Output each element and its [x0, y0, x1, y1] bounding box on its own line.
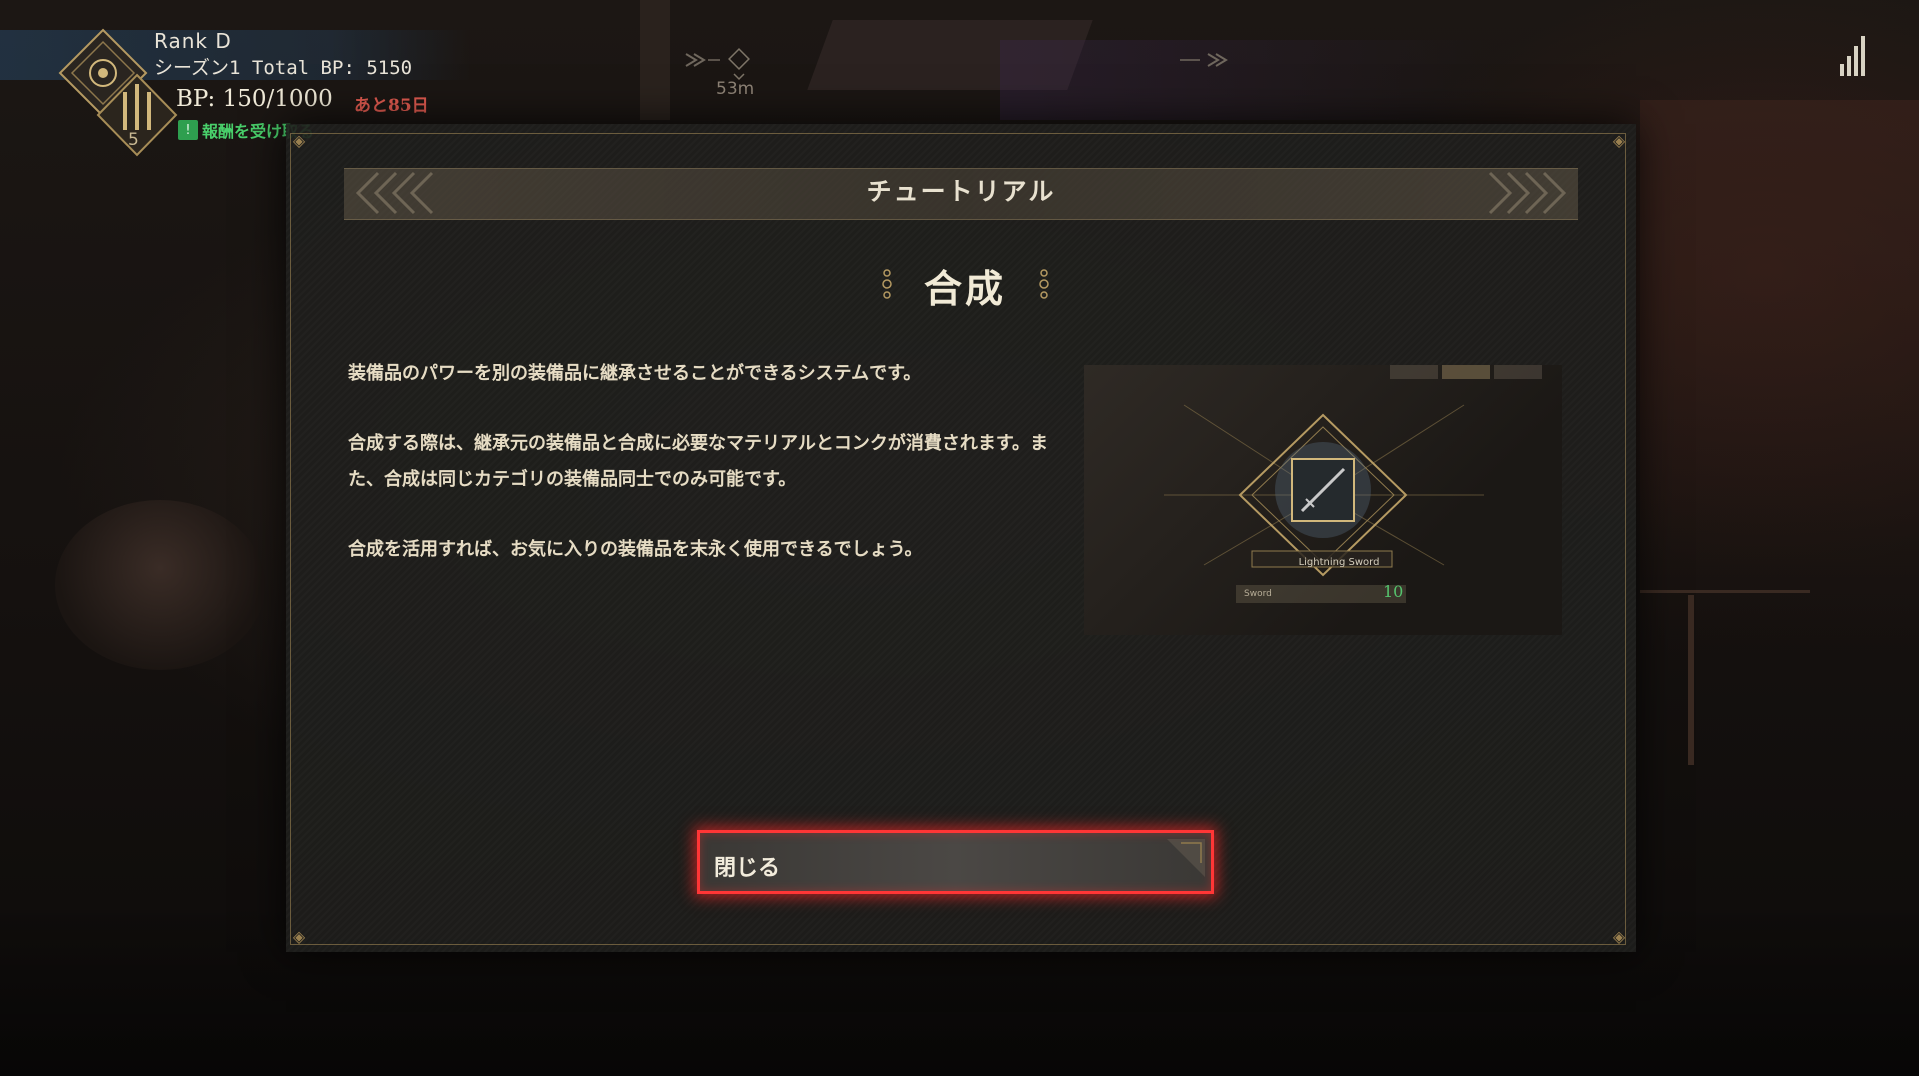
- bp-progress: BP: 150/1000: [176, 86, 333, 112]
- compass-left-arrows-icon: [685, 53, 706, 67]
- heading-ornament-right-icon: [1039, 269, 1049, 299]
- background-wheel: [55, 500, 265, 670]
- waypoint-distance: 53m: [716, 79, 755, 99]
- background-crates: [1640, 100, 1919, 660]
- waypoint-marker-icon: [728, 48, 750, 70]
- corner-ornament-icon: ◈: [292, 131, 306, 150]
- rank-label: Rank D: [154, 29, 232, 53]
- tutorial-paragraph: 装備品のパワーを別の装備品に継承させることができるシステムです。: [348, 363, 922, 384]
- connection-signal-icon: [1840, 34, 1866, 76]
- corner-ornament-icon: ◈: [1612, 927, 1626, 946]
- corner-ornament-icon: ◈: [1612, 131, 1626, 150]
- game-screen: Rank D シーズン1 Total BP: 5150 BP: 150/1000…: [0, 0, 1919, 1076]
- button-corner-ornament-icon: [1167, 839, 1205, 877]
- preview-item-level: 10: [1383, 582, 1404, 601]
- tutorial-title: チュートリアル: [866, 177, 1056, 206]
- tutorial-description: 装備品のパワーを別の装備品に継承させることができるシステムです。 合成する際は、…: [348, 356, 1068, 568]
- background-scale-post: [1688, 595, 1694, 765]
- close-button[interactable]: 閉じる: [697, 830, 1214, 894]
- tutorial-paragraph: 合成を活用すれば、お気に入りの装備品を末永く使用できるでしょう。: [348, 539, 923, 560]
- preview-item-name: Lightning Sword: [1298, 557, 1380, 568]
- compass-right-arrows-icon: [1207, 53, 1228, 67]
- tutorial-preview-image: Lightning Sword Sword 10: [1084, 365, 1562, 635]
- rank-level-number: 5: [128, 130, 139, 150]
- claim-badge-icon: !: [178, 120, 198, 140]
- background-scale: [1640, 590, 1810, 733]
- background-beam: [640, 0, 670, 120]
- close-button-label: 閉じる: [714, 855, 781, 881]
- days-remaining: あと85日: [354, 96, 429, 116]
- season-total-bp: シーズン1 Total BP: 5150: [154, 57, 413, 79]
- corner-ornament-icon: ◈: [292, 927, 306, 946]
- tutorial-paragraph: 合成する際は、継承元の装備品と合成に必要なマテリアルとコンクが消費されます。また…: [348, 433, 1049, 490]
- compass-bar: [685, 48, 1228, 81]
- preview-item-category: Sword: [1244, 589, 1272, 599]
